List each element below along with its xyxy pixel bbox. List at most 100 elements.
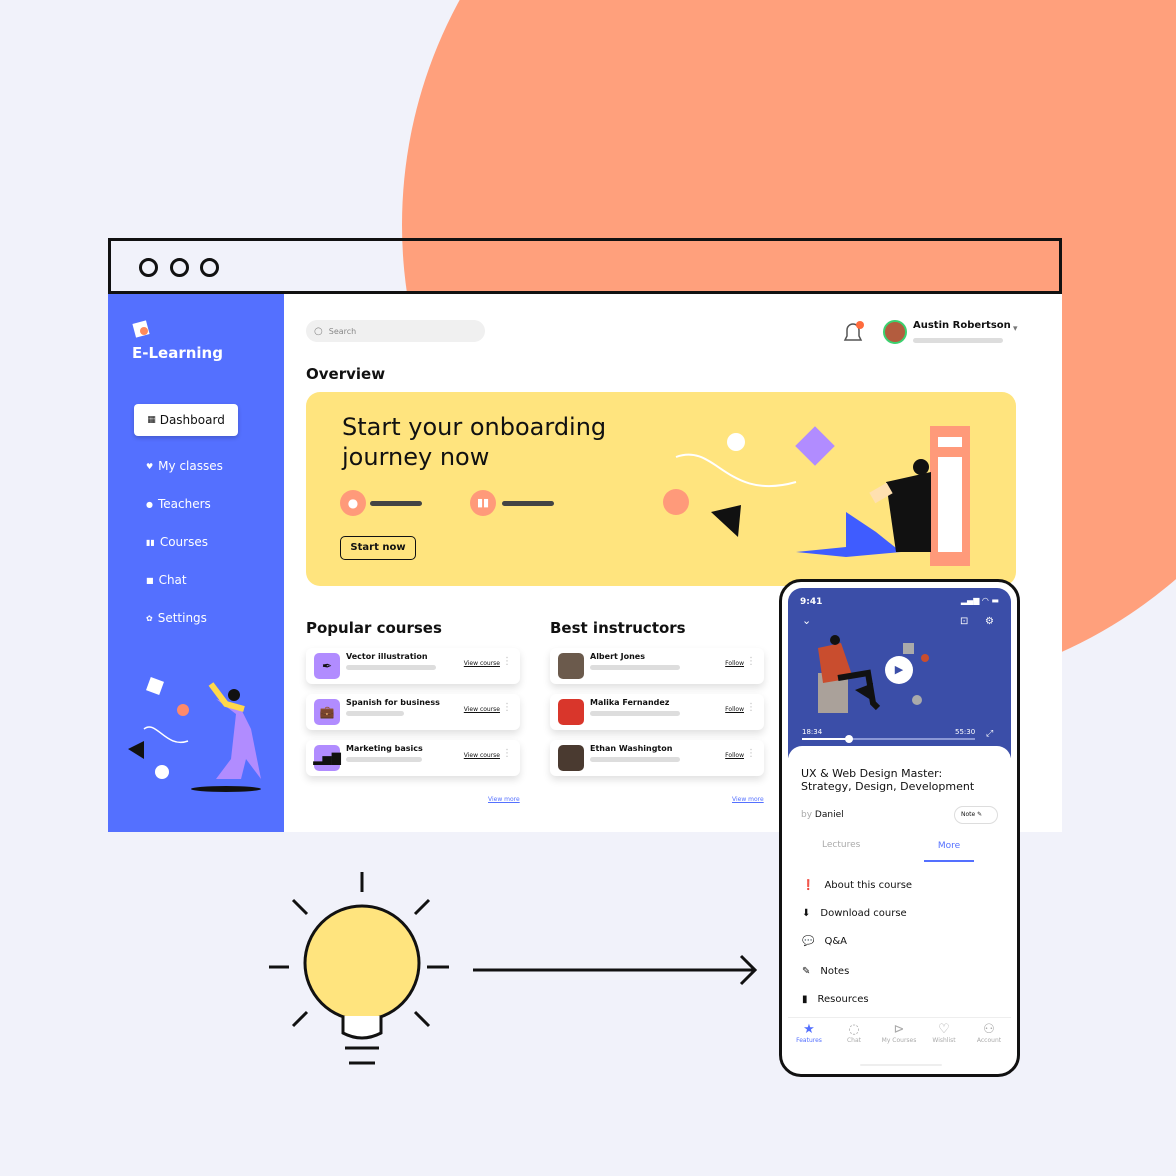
- view-more-courses-link[interactable]: View more: [488, 796, 520, 803]
- search-input[interactable]: ○ Search: [306, 320, 485, 342]
- chevron-down-icon[interactable]: ⌄: [802, 614, 811, 627]
- note-button[interactable]: Note ✎: [954, 806, 998, 824]
- brand-name: E-Learning: [132, 344, 223, 362]
- seek-bar[interactable]: [802, 735, 975, 743]
- menu-resources[interactable]: ▮ Resources: [802, 994, 869, 1005]
- course-card[interactable]: 💼 Spanish for business View course ⋮: [306, 694, 520, 730]
- notes-icon: ✎: [802, 966, 811, 977]
- user-icon: ⚇: [983, 1022, 995, 1037]
- seek-fill: [802, 738, 849, 740]
- placeholder-bar: [346, 665, 436, 670]
- tab-lectures[interactable]: Lectures: [822, 840, 860, 850]
- course-title: UX & Web Design Master: Strategy, Design,…: [801, 767, 975, 793]
- window-dot: [170, 258, 189, 277]
- more-icon[interactable]: ⋮: [502, 656, 512, 667]
- edit-icon: ✎: [977, 811, 983, 818]
- menu-qa[interactable]: 💬 Q&A: [802, 936, 847, 947]
- banner-illustration: [663, 426, 970, 566]
- onboarding-banner: Start your onboarding journey now ● ▮▮ St…: [306, 392, 1016, 586]
- browser-titlebar: [108, 238, 1062, 294]
- sidebar-item-teachers[interactable]: ● Teachers: [146, 497, 211, 511]
- vector-pen-icon: ✒: [314, 653, 340, 679]
- follow-link[interactable]: Follow: [725, 660, 744, 667]
- placeholder-bar: [590, 757, 680, 762]
- more-icon[interactable]: ⋮: [502, 702, 512, 713]
- chevron-down-icon[interactable]: ▾: [1013, 324, 1018, 334]
- follow-link[interactable]: Follow: [725, 706, 744, 713]
- course-card[interactable]: ✒ Vector illustration View course ⋮: [306, 648, 520, 684]
- status-time: 9:41: [800, 597, 823, 607]
- avatar: [558, 745, 584, 771]
- menu-about[interactable]: ❗ About this course: [802, 880, 912, 891]
- phone-mockup: 9:41 ▂▄▆ ◠ ▬ ⌄ ⊡ ⚙ ▶ 18:34 55:30 ⤢ UX & …: [779, 579, 1020, 1077]
- instructor-card[interactable]: Ethan Washington Follow ⋮: [550, 740, 764, 776]
- video-player: 9:41 ▂▄▆ ◠ ▬ ⌄ ⊡ ⚙ ▶ 18:34 55:30 ⤢: [788, 588, 1011, 758]
- avatar[interactable]: [883, 320, 907, 344]
- briefcase-icon: 💼: [314, 699, 340, 725]
- placeholder-bar: [590, 711, 680, 716]
- sidebar-item-chat[interactable]: ■ Chat: [146, 573, 187, 587]
- sidebar: E-Learning ▦ Dashboard ♥ My classes ● Teach…: [108, 294, 284, 832]
- book-icon: ▮▮: [146, 537, 155, 547]
- user-name: Austin Robertson: [913, 320, 1011, 331]
- sidebar-illustration: [128, 677, 261, 792]
- book-icon: ▮: [802, 994, 808, 1005]
- placeholder-bar: [346, 711, 404, 716]
- menu-download[interactable]: ⬇ Download course: [802, 908, 907, 919]
- view-more-instructors-link[interactable]: View more: [732, 796, 764, 803]
- follow-link[interactable]: Follow: [725, 752, 744, 759]
- avatar: [558, 653, 584, 679]
- bar-chart-icon: ▂▅▇: [313, 745, 341, 771]
- home-indicator: [860, 1064, 942, 1066]
- instructor-card[interactable]: Albert Jones Follow ⋮: [550, 648, 764, 684]
- course-card[interactable]: ▂▅▇ Marketing basics View course ⋮: [306, 740, 520, 776]
- menu-notes[interactable]: ✎ Notes: [802, 966, 849, 977]
- settings-sliders-icon[interactable]: ⚙: [985, 616, 994, 627]
- nav-features[interactable]: ★ Features: [786, 1022, 832, 1044]
- play-list-icon: ⊳: [893, 1022, 905, 1037]
- fullscreen-icon[interactable]: ⤢: [986, 729, 993, 739]
- progress-placeholder: [370, 501, 422, 506]
- more-icon[interactable]: ⋮: [746, 656, 756, 667]
- avatar: [558, 699, 584, 725]
- nav-account[interactable]: ⚇ Account: [966, 1022, 1012, 1044]
- more-icon[interactable]: ⋮: [746, 748, 756, 759]
- start-now-button[interactable]: Start now: [340, 536, 416, 560]
- tab-more[interactable]: More: [924, 838, 974, 862]
- best-instructors-title: Best instructors: [550, 619, 686, 637]
- sidebar-item-settings[interactable]: ✿ Settings: [146, 611, 207, 625]
- seek-knob[interactable]: [844, 735, 853, 743]
- window-dot: [139, 258, 158, 277]
- user-icon: ●: [146, 499, 153, 509]
- grid-icon: ▦: [147, 415, 156, 425]
- chat-icon: ■: [146, 575, 154, 585]
- popular-courses-title: Popular courses: [306, 619, 442, 637]
- instructor-card[interactable]: Malika Fernandez Follow ⋮: [550, 694, 764, 730]
- overview-title: Overview: [306, 365, 386, 383]
- nav-chat[interactable]: ◌ Chat: [831, 1022, 877, 1044]
- divider: [788, 1017, 1011, 1018]
- window-dot: [200, 258, 219, 277]
- duration: 55:30: [955, 728, 976, 736]
- book-icon: ▮▮: [470, 490, 496, 516]
- lightbulb-arrow-illustration: [269, 872, 758, 1065]
- chat-bubble-icon: 💬: [802, 936, 815, 947]
- cast-icon[interactable]: ⊡: [960, 616, 968, 627]
- notification-bell-icon[interactable]: [841, 320, 867, 346]
- view-course-link[interactable]: View course: [464, 752, 500, 759]
- info-icon: ❗: [802, 880, 815, 891]
- banner-title: Start your onboarding journey now: [342, 413, 607, 471]
- view-course-link[interactable]: View course: [464, 660, 500, 667]
- nav-wishlist[interactable]: ♡ Wishlist: [921, 1022, 967, 1044]
- play-button[interactable]: ▶: [885, 656, 913, 684]
- sidebar-item-courses[interactable]: ▮▮ Courses: [146, 535, 208, 549]
- sidebar-item-my-classes[interactable]: ♥ My classes: [146, 459, 223, 473]
- more-icon[interactable]: ⋮: [502, 748, 512, 759]
- elapsed-time: 18:34: [802, 728, 823, 736]
- progress-placeholder: [502, 501, 554, 506]
- more-icon[interactable]: ⋮: [746, 702, 756, 713]
- view-course-link[interactable]: View course: [464, 706, 500, 713]
- nav-my-courses[interactable]: ⊳ My Courses: [876, 1022, 922, 1044]
- sidebar-item-dashboard[interactable]: ▦ Dashboard: [134, 404, 238, 436]
- download-icon: ⬇: [802, 908, 811, 919]
